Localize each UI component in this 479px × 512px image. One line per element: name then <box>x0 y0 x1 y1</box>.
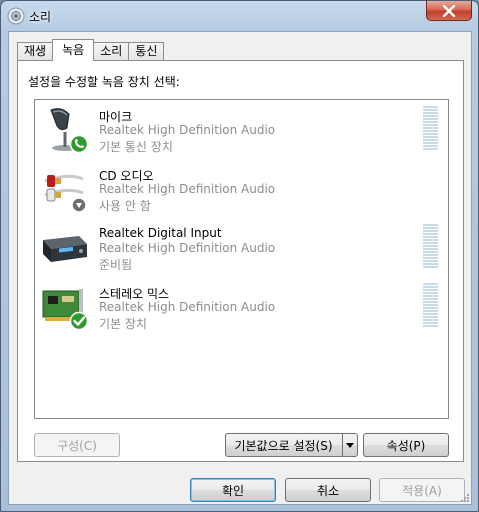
device-item-microphone[interactable]: 마이크 Realtek High Definition Audio 기본 통신 … <box>35 102 448 158</box>
device-name: Realtek Digital Input <box>99 226 222 240</box>
recording-device-list[interactable]: 마이크 Realtek High Definition Audio 기본 통신 … <box>34 99 449 419</box>
rca-cable-icon <box>44 174 87 213</box>
device-driver: Realtek High Definition Audio <box>99 241 276 255</box>
device-driver: Realtek High Definition Audio <box>99 182 276 196</box>
device-driver: Realtek High Definition Audio <box>99 300 276 314</box>
level-meter <box>423 224 438 268</box>
dialog-client-area: 재생 녹음 소리 통신 설정을 수정할 녹음 장치 선택: 마이크 Realte… <box>8 31 472 505</box>
tab-strip: 재생 녹음 소리 통신 <box>17 39 165 61</box>
tab-communications[interactable]: 통신 <box>128 42 165 61</box>
tab-sounds[interactable]: 소리 <box>93 42 130 61</box>
device-status: 기본 장치 <box>99 317 147 331</box>
close-icon <box>442 4 456 17</box>
set-default-dropdown-arrow[interactable] <box>342 434 357 456</box>
resize-grip-icon[interactable] <box>458 491 470 503</box>
title-bar[interactable]: 소리 <box>1 1 478 31</box>
device-driver: Realtek High Definition Audio <box>99 123 276 137</box>
device-item-digital-input[interactable]: Realtek Digital Input Realtek High Defin… <box>35 220 448 276</box>
ok-button[interactable]: 확인 <box>190 478 276 502</box>
device-status: 사용 안 함 <box>99 199 151 213</box>
phone-badge-icon <box>69 134 89 154</box>
disabled-badge-icon <box>71 197 87 213</box>
window-title: 소리 <box>29 10 52 24</box>
level-meter <box>423 106 438 150</box>
speaker-icon <box>7 7 25 25</box>
device-status: 준비됨 <box>99 258 133 272</box>
cancel-button[interactable]: 취소 <box>285 478 371 502</box>
tab-playback[interactable]: 재생 <box>17 42 54 61</box>
configure-button[interactable]: 구성(C) <box>34 433 120 457</box>
check-badge-icon <box>69 311 89 331</box>
tab-recording[interactable]: 녹음 <box>52 39 95 61</box>
sound-card-icon <box>42 289 89 331</box>
set-default-button[interactable]: 기본값으로 설정(S) <box>226 434 341 456</box>
properties-button[interactable]: 속성(P) <box>363 433 449 457</box>
set-default-split-button[interactable]: 기본값으로 설정(S) <box>225 433 358 457</box>
digital-input-device-icon <box>43 236 87 262</box>
chevron-down-icon <box>346 442 354 448</box>
apply-button[interactable]: 적용(A) <box>379 478 465 502</box>
instruction-label: 설정을 수정할 녹음 장치 선택: <box>28 75 180 89</box>
recording-tab-panel: 설정을 수정할 녹음 장치 선택: 마이크 Realtek High Defin… <box>17 60 464 462</box>
microphone-icon <box>50 108 89 154</box>
sound-dialog-window: 소리 재생 녹음 소리 통신 설정을 수정할 녹음 장치 선택: 마이크 Rea… <box>0 0 479 512</box>
device-status: 기본 통신 장치 <box>99 140 173 154</box>
close-button[interactable] <box>426 1 472 21</box>
device-item-stereo-mix[interactable]: 스테레오 믹스 Realtek High Definition Audio 기본… <box>35 279 448 335</box>
device-item-cd-audio[interactable]: CD 오디오 Realtek High Definition Audio 사용 … <box>35 161 448 217</box>
level-meter <box>423 283 438 327</box>
